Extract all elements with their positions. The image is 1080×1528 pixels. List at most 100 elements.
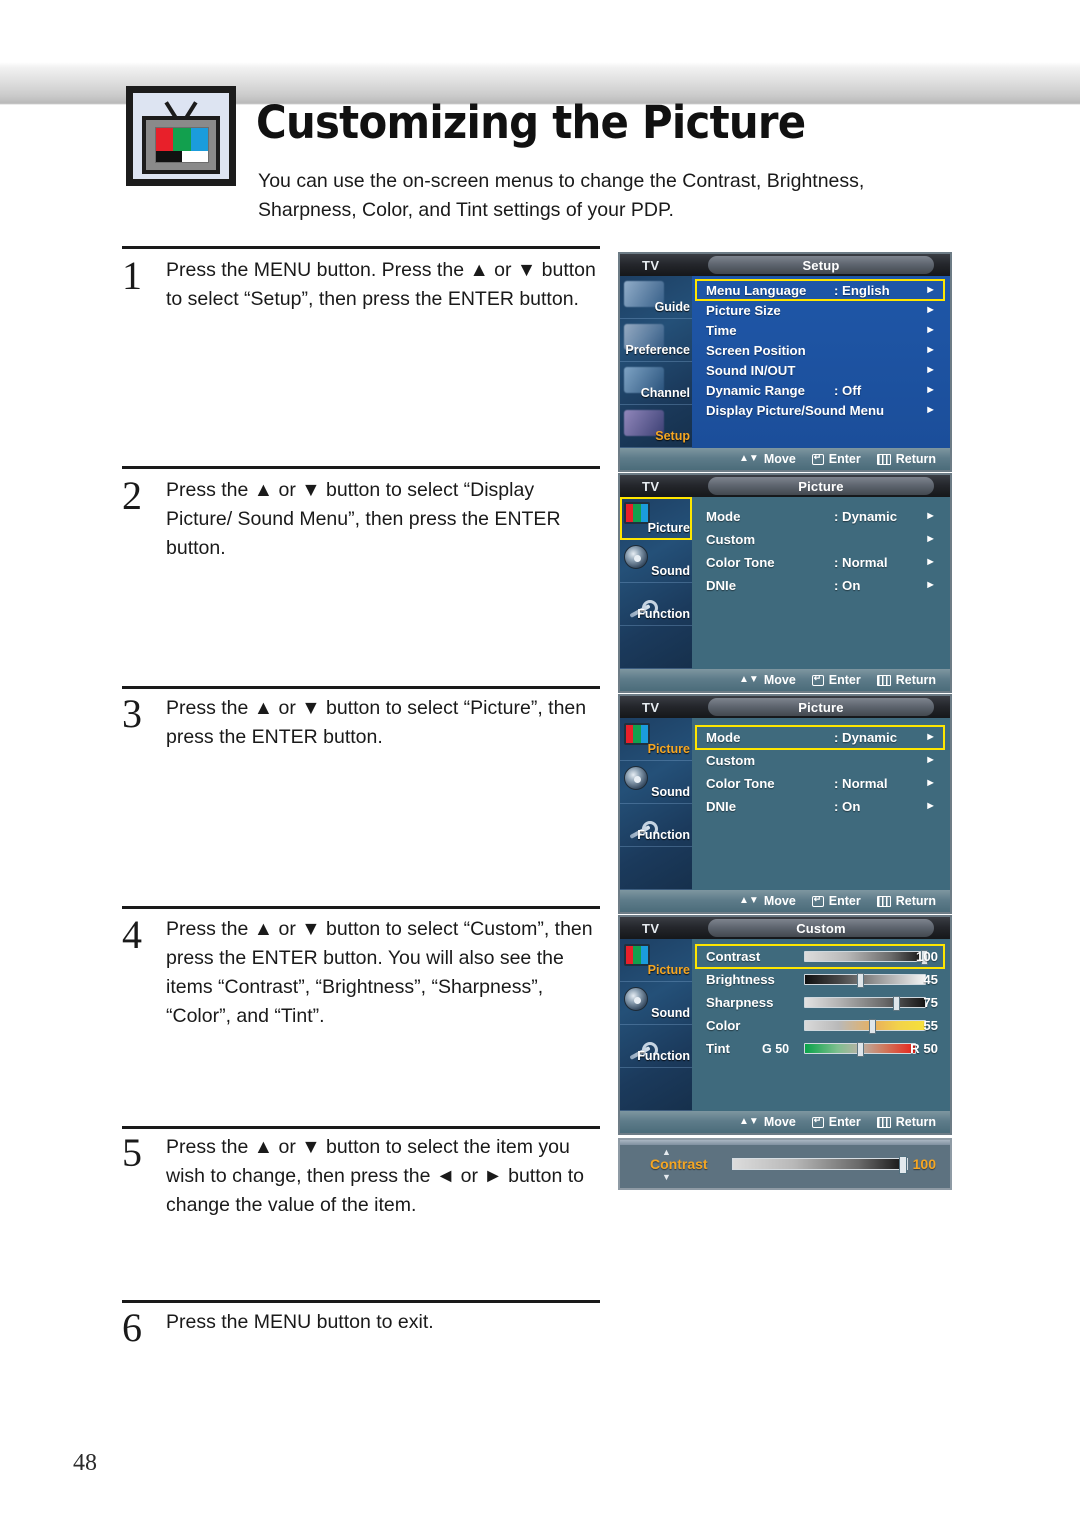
chevron-right-icon: ► — [925, 363, 936, 376]
slider-track-contrast[interactable] — [804, 950, 928, 965]
sidebar-item-label: Picture — [647, 742, 690, 756]
menu-row-time[interactable]: Time ► — [696, 320, 944, 340]
slider-knob[interactable] — [857, 1042, 864, 1057]
footer-move-label: Move — [763, 673, 796, 687]
menu-row-mode[interactable]: Mode : Dynamic ► — [696, 505, 944, 528]
menu-row-mode[interactable]: Mode : Dynamic ► — [695, 725, 945, 750]
sidebar-item-picture[interactable]: Picture — [620, 718, 692, 761]
menu-row-label: Custom — [706, 753, 756, 768]
sidebar-item-sound[interactable]: Sound — [620, 761, 692, 804]
slider-track-brightness[interactable] — [804, 973, 926, 988]
menu-row-dnie[interactable]: DNIe : On ► — [696, 574, 944, 597]
menu-row-display-picture-sound-menu[interactable]: Display Picture/Sound Menu ► — [696, 400, 944, 420]
footer-enter: Enter — [811, 452, 861, 466]
sidebar-item-channel[interactable]: Channel — [620, 362, 692, 405]
footer-enter-label: Enter — [828, 1115, 861, 1129]
arrow-down-icon[interactable]: ▼ — [662, 1173, 671, 1182]
menu-row-dynamic-range[interactable]: Dynamic Range : Off ► — [696, 380, 944, 400]
slider-track-color[interactable] — [804, 1019, 926, 1034]
slider-label: Brightness — [706, 972, 775, 987]
sidebar-item-preference[interactable]: Preference — [620, 319, 692, 362]
osd-sidebar: Picture Sound Function — [620, 718, 692, 890]
menu-rows: Mode : Dynamic ► Custom ► Color Tone : N… — [692, 497, 950, 597]
menu-row-custom[interactable]: Custom ► — [696, 749, 944, 772]
slider-row-color[interactable]: Color 55 — [696, 1014, 944, 1037]
menu-row-menu-language[interactable]: Menu Language : English ► — [695, 279, 945, 301]
chevron-right-icon: ► — [925, 403, 936, 416]
slider-rows: Contrast 100 Brightness 45 Sharpness 75 … — [692, 939, 950, 1060]
osd-footer: ▲▼ Move Enter Return — [620, 1111, 950, 1133]
menu-row-picture-size[interactable]: Picture Size ► — [696, 300, 944, 320]
footer-enter: Enter — [811, 673, 861, 687]
slider-row-brightness[interactable]: Brightness 45 — [696, 968, 944, 991]
sidebar-item-label: Function — [637, 1049, 690, 1063]
step-divider — [122, 686, 600, 689]
step-divider — [122, 1126, 600, 1129]
osd-title: Picture — [708, 698, 934, 716]
osd-footer: ▲▼ Move Enter Return — [620, 448, 950, 470]
menu-row-color-tone[interactable]: Color Tone : Normal ► — [696, 772, 944, 795]
chevron-right-icon: ► — [925, 754, 936, 766]
osd-menu-list: Mode : Dynamic ► Custom ► Color Tone : N… — [692, 497, 950, 669]
sidebar-item-sound[interactable]: Sound — [620, 982, 692, 1025]
slider-value: R 50 — [910, 1041, 938, 1056]
menu-row-label: Display Picture/Sound Menu — [706, 402, 885, 418]
menu-row-screen-position[interactable]: Screen Position ► — [696, 340, 944, 360]
slider-fill — [805, 1021, 925, 1030]
slider-fill — [805, 998, 925, 1007]
slider-label: Contrast — [706, 949, 761, 964]
step-3: 3 Press the ▲ or ▼ button to select “Pic… — [122, 694, 600, 752]
step-text: Press the ▲ or ▼ button to select “Displ… — [166, 479, 561, 559]
step-divider — [122, 466, 600, 469]
footer-move-label: Move — [763, 452, 796, 466]
menu-row-value: : Normal — [834, 555, 888, 570]
menu-row-value: : On — [834, 799, 861, 814]
sound-icon — [624, 545, 648, 569]
menu-row-sound-in-out[interactable]: Sound IN/OUT ► — [696, 360, 944, 380]
osd-title: Custom — [708, 919, 934, 937]
menu-row-dnie[interactable]: DNIe : On ► — [696, 795, 944, 818]
menu-row-label: Menu Language — [706, 282, 807, 298]
slider-row-contrast[interactable]: Contrast 100 — [695, 944, 945, 969]
picture-icon — [624, 944, 650, 966]
menu-row-value: : On — [834, 578, 861, 593]
chevron-right-icon: ► — [925, 343, 936, 356]
sidebar-item-function[interactable]: Function — [620, 804, 692, 847]
step-2: 2 Press the ▲ or ▼ button to select “Dis… — [122, 476, 600, 563]
slider-knob[interactable] — [857, 973, 864, 988]
menu-row-custom[interactable]: Custom ► — [696, 528, 944, 551]
osd-topline — [620, 1140, 950, 1145]
sidebar-item-picture[interactable]: Picture — [620, 939, 692, 982]
footer-enter: Enter — [811, 894, 861, 908]
slider-knob[interactable] — [899, 1156, 907, 1174]
footer-return-label: Return — [895, 673, 936, 687]
osd-body: Picture Sound Function Mode : Dynamic ► … — [620, 718, 950, 890]
sidebar-item-picture[interactable]: Picture — [620, 497, 692, 540]
slider-knob[interactable] — [893, 996, 900, 1011]
sidebar-item-sound[interactable]: Sound — [620, 540, 692, 583]
footer-enter: Enter — [811, 1115, 861, 1129]
osd-header: TV Picture — [620, 696, 950, 718]
step-5: 5 Press the ▲ or ▼ button to select the … — [122, 1133, 600, 1220]
menu-row-color-tone[interactable]: Color Tone : Normal ► — [696, 551, 944, 574]
slider-label: Color — [706, 1018, 741, 1033]
sidebar-item-guide[interactable]: Guide — [620, 276, 692, 319]
sidebar-item-setup[interactable]: Setup — [620, 405, 692, 448]
slider-track-tint[interactable] — [804, 1042, 916, 1057]
slider-row-tint[interactable]: Tint G 50 R 50 — [696, 1037, 944, 1060]
slider-track-sharpness[interactable] — [804, 996, 926, 1011]
slider-knob[interactable] — [869, 1019, 876, 1034]
menu-row-value: : Off — [834, 382, 862, 398]
sidebar-spacer — [620, 626, 692, 669]
contrast-slider-track[interactable] — [732, 1156, 908, 1174]
sidebar-item-function[interactable]: Function — [620, 583, 692, 626]
up-down-arrows-icon: ▲▼ — [739, 453, 759, 464]
footer-move: ▲▼ Move — [739, 1115, 796, 1129]
osd-menu-list: Menu Language : English ► Picture Size ►… — [692, 276, 950, 448]
sidebar-item-function[interactable]: Function — [620, 1025, 692, 1068]
osd-sidebar: Picture Sound Function — [620, 939, 692, 1111]
menu-row-label: Sound IN/OUT — [706, 362, 796, 378]
sidebar-item-label: Preference — [625, 343, 690, 357]
slider-row-sharpness[interactable]: Sharpness 75 — [696, 991, 944, 1014]
osd-picture-menu-step3: TV Picture Picture Sound Function Mode:… — [618, 694, 952, 914]
